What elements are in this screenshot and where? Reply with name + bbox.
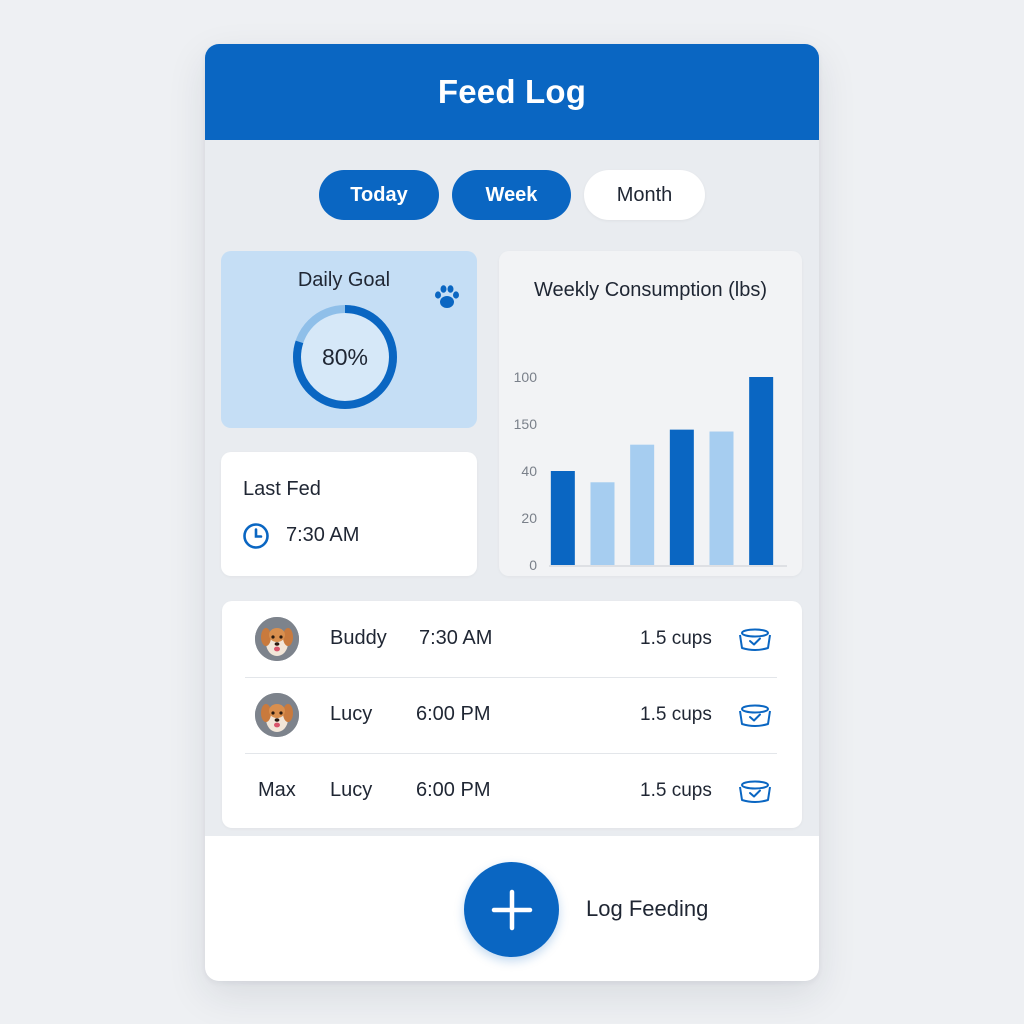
pet-name: Buddy	[330, 627, 387, 649]
feeding-amount: 1.5 cups	[640, 704, 712, 725]
clock-icon	[243, 523, 269, 549]
feed-log-card: Feed Log Today Week Month Daily Goal 80%…	[205, 44, 819, 981]
y-tick-label: 150	[514, 416, 538, 432]
chart-bar-mon	[550, 471, 575, 565]
last-fed-card: Last Fed 7:30 AM	[221, 452, 477, 576]
bowl-check-icon[interactable]	[736, 703, 774, 729]
chart-bar-thd	[630, 444, 655, 565]
feeding-list: Buddy 7:30 AM 1.5 cups Lucy 6:00 PM 1.5 …	[222, 601, 802, 828]
feeding-amount: 1.5 cups	[640, 780, 712, 801]
tab-week[interactable]: Week	[452, 170, 571, 220]
pet-name: Lucy	[330, 779, 373, 801]
feeding-row[interactable]: Max Lucy 6:00 PM 1.5 cups	[222, 753, 802, 829]
y-tick-label: 0	[529, 557, 537, 573]
feeding-time: 7:30 AM	[419, 627, 493, 649]
chart-bar-tue	[590, 482, 615, 565]
feeding-time: 6:00 PM	[416, 779, 491, 801]
daily-goal-card: Daily Goal 80%	[221, 251, 477, 428]
period-tabs: Today Week Month	[205, 170, 819, 220]
chart-bar-sun	[749, 377, 774, 565]
chart-bar-sat	[709, 431, 734, 565]
dog-avatar	[255, 617, 299, 661]
app-header: Feed Log	[205, 44, 819, 140]
plus-icon	[491, 889, 532, 930]
log-feeding-button[interactable]	[464, 862, 559, 957]
feeding-amount: 1.5 cups	[640, 628, 712, 649]
bowl-check-icon[interactable]	[736, 627, 774, 653]
feeding-time: 6:00 PM	[416, 703, 491, 725]
paw-icon	[435, 285, 459, 308]
feeding-row[interactable]: Buddy 7:30 AM 1.5 cups	[222, 601, 802, 677]
last-fed-title: Last Fed	[243, 478, 321, 500]
log-feeding-label[interactable]: Log Feeding	[586, 896, 708, 922]
last-fed-time: 7:30 AM	[286, 524, 360, 546]
y-tick-label: 40	[521, 463, 537, 479]
dog-avatar	[255, 693, 299, 737]
pet-label: Max	[258, 779, 296, 801]
footer-bar: Log Feeding	[205, 836, 819, 981]
y-tick-label: 20	[521, 510, 537, 526]
pet-name: Lucy	[330, 703, 373, 725]
daily-goal-title: Daily Goal	[297, 269, 391, 291]
goal-percent: 80%	[321, 343, 369, 370]
chart-bar-fri	[669, 429, 694, 565]
y-tick-label: 100	[514, 369, 538, 385]
tab-today[interactable]: Today	[319, 170, 439, 220]
page-title: Feed Log	[437, 73, 587, 110]
bowl-check-icon[interactable]	[736, 779, 774, 805]
weekly-consumption-chart: Weekly Consumption (lbs) 02040150100MonT…	[499, 251, 802, 576]
feeding-row[interactable]: Lucy 6:00 PM 1.5 cups	[222, 677, 802, 753]
tab-month[interactable]: Month	[584, 170, 705, 220]
chart-plot: 02040150100MonTueThdFriSatSun	[514, 369, 787, 573]
